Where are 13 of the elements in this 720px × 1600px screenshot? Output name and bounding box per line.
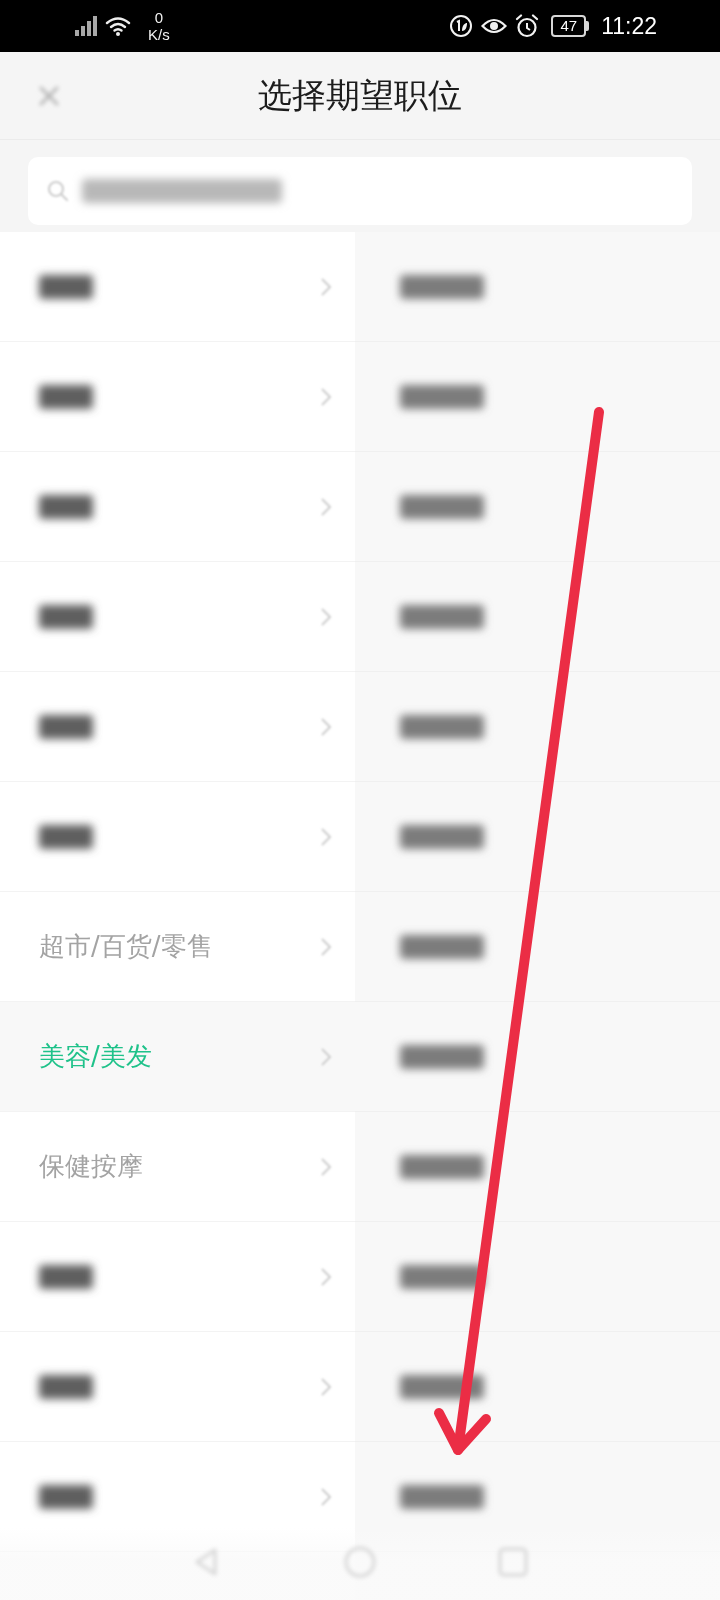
search-icon (46, 179, 70, 203)
battery-indicator: 47 (551, 15, 590, 37)
wifi-icon (104, 15, 132, 37)
clock-time: 11:22 (601, 12, 657, 40)
alarm-clock-icon (515, 14, 540, 38)
circle-leaf-icon (449, 14, 474, 38)
category-item[interactable]: 美容/美发 (0, 1002, 355, 1112)
signal-icon (74, 15, 98, 37)
search-field[interactable] (28, 157, 692, 225)
network-speed-value: 0 (154, 9, 163, 26)
page-title: 选择期望职位 (258, 73, 462, 117)
network-speed-unit: K/s (148, 26, 170, 43)
eye-icon (481, 17, 508, 35)
